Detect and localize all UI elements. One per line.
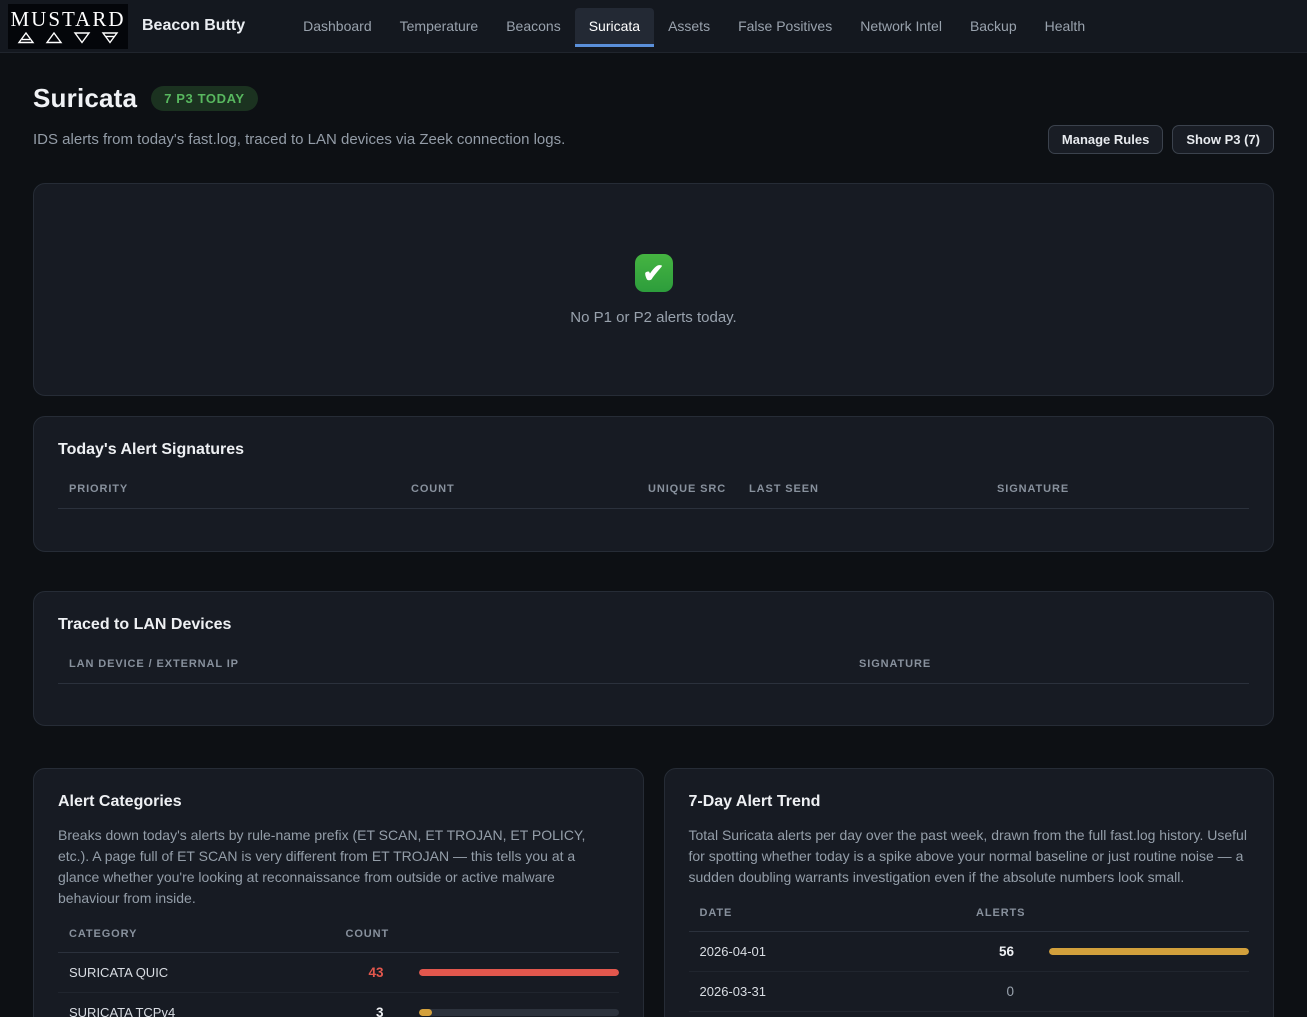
- column-header: Count: [335, 928, 395, 953]
- alert-categories-card: Alert Categories Breaks down today's ale…: [33, 768, 644, 1017]
- lan-devices-title: Traced to LAN Devices: [58, 616, 1249, 634]
- trend-row: 2026-03-300: [689, 1012, 1250, 1017]
- column-header-bar: [1025, 907, 1249, 932]
- page-header: Suricata 7 P3 TODAY: [33, 83, 1274, 114]
- mustard-logo[interactable]: MUSTARD: [8, 4, 128, 49]
- alchemy-triangles-icon: [16, 32, 120, 44]
- alert-signatures-header-row: PriorityCountUnique SrcLast SeenSignatur…: [58, 483, 1249, 509]
- green-check-icon: ✔: [635, 254, 673, 292]
- nav-item-temperature[interactable]: Temperature: [386, 8, 493, 44]
- bar-fill: [419, 1009, 433, 1016]
- p3-today-badge: 7 P3 TODAY: [151, 86, 257, 111]
- bar-track: [1049, 948, 1249, 955]
- trend-row: 2026-04-0156: [689, 932, 1250, 972]
- nav-item-assets[interactable]: Assets: [654, 8, 724, 44]
- alert-trend-description: Total Suricata alerts per day over the p…: [689, 825, 1250, 888]
- column-header: Signature: [986, 483, 1249, 509]
- bar-track: [419, 969, 619, 976]
- column-header: Count: [400, 483, 637, 509]
- column-header: Category: [58, 928, 335, 953]
- top-navbar: MUSTARD Beacon Butty DashboardTemperatur…: [0, 0, 1307, 53]
- row-label: 2026-03-31: [689, 972, 966, 1012]
- bar-fill: [1049, 948, 1249, 955]
- nav-item-beacons[interactable]: Beacons: [492, 8, 574, 44]
- row-bar-cell: [1025, 972, 1249, 1012]
- column-header: LAN Device / External IP: [58, 658, 848, 684]
- categories-row: SURICATA QUIC43: [58, 953, 619, 993]
- lan-devices-card: Traced to LAN Devices LAN Device / Exter…: [33, 591, 1274, 727]
- nav-item-suricata[interactable]: Suricata: [575, 8, 654, 44]
- bar-fill: [419, 969, 619, 976]
- trend-row: 2026-03-310: [689, 972, 1250, 1012]
- alert-signatures-title: Today's Alert Signatures: [58, 441, 1249, 459]
- column-header: Last Seen: [738, 483, 986, 509]
- row-count: 3: [335, 993, 395, 1017]
- logo-text: MUSTARD: [10, 9, 125, 30]
- row-label: SURICATA TCPv4: [58, 993, 335, 1017]
- page-subtitle: IDS alerts from today's fast.log, traced…: [33, 131, 565, 148]
- row-count: 43: [335, 953, 395, 993]
- nav-items: DashboardTemperatureBeaconsSuricataAsset…: [289, 8, 1099, 44]
- alert-categories-table: CategoryCount SURICATA QUIC43SURICATA TC…: [58, 928, 619, 1017]
- row-count: 0: [965, 972, 1025, 1012]
- nav-item-false-positives[interactable]: False Positives: [724, 8, 846, 44]
- show-p3-button[interactable]: Show P3 (7): [1172, 125, 1274, 154]
- alert-trend-title: 7-Day Alert Trend: [689, 793, 1250, 811]
- page-title: Suricata: [33, 83, 137, 114]
- no-alerts-card: ✔ No P1 or P2 alerts today.: [33, 183, 1274, 396]
- alert-categories-header-row: CategoryCount: [58, 928, 619, 953]
- nav-item-health[interactable]: Health: [1031, 8, 1099, 44]
- row-bar-cell: [395, 953, 619, 993]
- column-header: Signature: [848, 658, 1249, 684]
- alert-categories-title: Alert Categories: [58, 793, 619, 811]
- lan-devices-table: LAN Device / External IPSignature: [58, 658, 1249, 705]
- row-label: 2026-03-30: [689, 1012, 966, 1017]
- row-label: SURICATA QUIC: [58, 953, 335, 993]
- alert-signatures-card: Today's Alert Signatures PriorityCountUn…: [33, 416, 1274, 552]
- row-count: 0: [965, 1012, 1025, 1017]
- manage-rules-button[interactable]: Manage Rules: [1048, 125, 1163, 154]
- column-header: Unique Src: [637, 483, 738, 509]
- alert-trend-card: 7-Day Alert Trend Total Suricata alerts …: [664, 768, 1275, 1017]
- column-header-bar: [395, 928, 619, 953]
- lan-devices-header-row: LAN Device / External IPSignature: [58, 658, 1249, 684]
- nav-item-dashboard[interactable]: Dashboard: [289, 8, 386, 44]
- categories-row: SURICATA TCPv43: [58, 993, 619, 1017]
- nav-item-backup[interactable]: Backup: [956, 8, 1031, 44]
- column-header: Date: [689, 907, 966, 932]
- app-name: Beacon Butty: [142, 17, 245, 35]
- bottom-cards-row: Alert Categories Breaks down today's ale…: [33, 768, 1274, 1017]
- alert-trend-table: DateAlerts 2026-04-01562026-03-3102026-0…: [689, 907, 1250, 1017]
- row-label: 2026-04-01: [689, 932, 966, 972]
- alert-categories-description: Breaks down today's alerts by rule-name …: [58, 825, 619, 909]
- row-count: 56: [965, 932, 1025, 972]
- row-bar-cell: [1025, 1012, 1249, 1017]
- main-content: Suricata 7 P3 TODAY IDS alerts from toda…: [0, 83, 1307, 1017]
- header-buttons: Manage Rules Show P3 (7): [1048, 125, 1274, 154]
- column-header: Alerts: [965, 907, 1025, 932]
- nav-item-network-intel[interactable]: Network Intel: [846, 8, 956, 44]
- column-header: Priority: [58, 483, 400, 509]
- row-bar-cell: [1025, 932, 1249, 972]
- bar-track: [419, 1009, 619, 1016]
- subtitle-row: IDS alerts from today's fast.log, traced…: [33, 125, 1274, 154]
- row-bar-cell: [395, 993, 619, 1017]
- alert-trend-header-row: DateAlerts: [689, 907, 1250, 932]
- no-alerts-message: No P1 or P2 alerts today.: [570, 309, 736, 326]
- alert-signatures-table: PriorityCountUnique SrcLast SeenSignatur…: [58, 483, 1249, 530]
